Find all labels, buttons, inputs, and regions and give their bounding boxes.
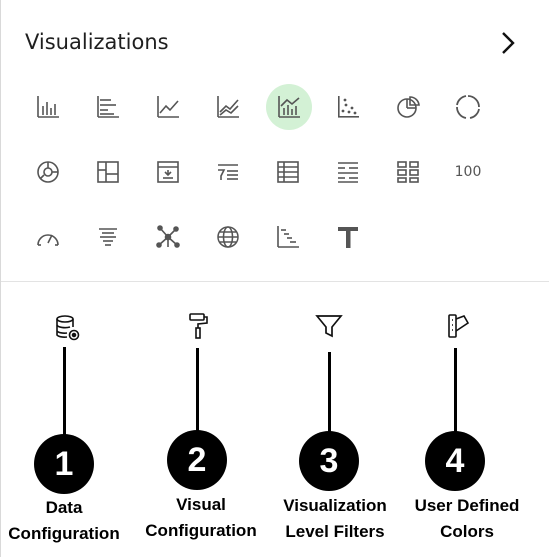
annotation-badge-2: 2 [167,430,227,490]
funnel-icon[interactable] [312,309,346,343]
color-palette-icon[interactable] [442,309,476,343]
label-line: Visual [176,495,226,514]
line-chart-icon[interactable] [150,89,186,125]
annotation-line-2 [196,348,199,432]
gauge-icon[interactable] [30,219,66,255]
bar-chart-icon[interactable] [30,89,66,125]
network-icon[interactable] [150,219,186,255]
panel-title: Visualizations [25,30,169,54]
horizontal-bar-chart-icon[interactable] [90,89,126,125]
annotation-badge-3: 3 [299,431,359,491]
area-chart-icon[interactable] [210,89,246,125]
label-line: Data [45,498,83,517]
waterfall-icon[interactable] [270,219,306,255]
separator [1,281,549,282]
scatter-chart-icon[interactable] [330,89,366,125]
label-visualization-level-filters: Visualization Level Filters [271,493,399,545]
annotation-line-3 [328,352,331,436]
funnel-text-icon[interactable] [90,219,126,255]
annotation-line-1 [63,347,66,437]
label-data-configuration: Data Configuration [1,495,127,547]
table-icon[interactable] [270,154,306,190]
database-settings-icon[interactable] [51,311,85,345]
donut-chart-icon[interactable] [450,89,486,125]
label-user-defined-colors: User Defined Colors [401,493,533,545]
annotation-badge-4: 4 [425,431,485,491]
chevron-right-icon[interactable] [499,30,517,56]
kpi-icon[interactable]: 100 [450,154,486,190]
label-line: Colors [440,522,494,541]
filter-list-icon[interactable] [210,154,246,190]
text-icon[interactable] [330,219,366,255]
label-line: User Defined [414,496,520,515]
paint-roller-icon[interactable] [181,309,215,343]
pie-chart-icon[interactable] [390,89,426,125]
grid-icon[interactable] [390,154,426,190]
label-line: Configuration [145,521,257,540]
visualizations-panel: Visualizations 100 1 2 3 4 Data Configur… [0,0,549,557]
list-icon[interactable] [150,154,186,190]
sunburst-chart-icon[interactable] [30,154,66,190]
label-visual-configuration: Visual Configuration [136,492,266,544]
annotation-badge-1: 1 [34,434,94,494]
label-line: Level Filters [285,522,385,541]
combo-chart-icon[interactable] [266,84,312,130]
map-icon[interactable] [210,219,246,255]
pivot-table-icon[interactable] [330,154,366,190]
tile-icon[interactable] [90,154,126,190]
label-line: Configuration [8,524,120,543]
annotation-line-4 [454,348,457,433]
label-line: Visualization [283,496,387,515]
kpi-icon-text: 100 [454,164,482,180]
